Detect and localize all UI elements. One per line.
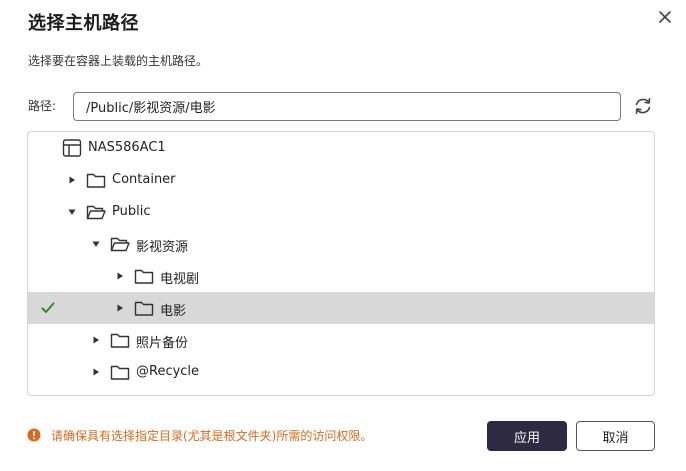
tree-node-label: @Recycle xyxy=(136,364,200,379)
tree-row-photo-backup[interactable]: 照片备份 xyxy=(28,324,654,356)
warning-message: 请确保具有选择指定目录(尤其是根文件夹)所需的访问权限。 xyxy=(51,429,373,443)
tree-row-tv[interactable]: 电视剧 xyxy=(28,260,654,292)
folder-icon xyxy=(110,333,130,348)
path-input[interactable] xyxy=(73,92,621,121)
folder-icon xyxy=(86,173,106,188)
tree-row-container[interactable]: Container xyxy=(28,164,654,196)
tree-row-movies[interactable]: 电影 xyxy=(28,292,654,324)
tree-node-label: 电影 xyxy=(160,304,187,319)
chevron-right-icon[interactable] xyxy=(116,272,124,280)
folder-icon xyxy=(134,301,154,316)
tree-node-label: Container xyxy=(112,172,176,187)
chevron-right-icon[interactable] xyxy=(68,176,76,184)
chevron-down-icon[interactable] xyxy=(92,240,100,248)
tree-node-label: 影视资源 xyxy=(136,240,189,255)
path-label: 路径: xyxy=(28,99,57,113)
check-icon xyxy=(41,302,55,313)
tree-row-nas[interactable]: NAS586AC1 xyxy=(28,132,654,164)
folder-icon xyxy=(134,269,154,284)
close-button[interactable] xyxy=(655,7,675,27)
tree-node-label: 照片备份 xyxy=(136,336,189,351)
tree-node-label: 电视剧 xyxy=(160,272,200,287)
warning-icon xyxy=(27,428,41,442)
folder-open-icon xyxy=(110,237,130,252)
chevron-right-icon[interactable] xyxy=(92,336,100,344)
dialog-title: 选择主机路径 xyxy=(28,13,139,34)
chevron-right-icon[interactable] xyxy=(116,304,124,312)
nas-icon xyxy=(62,139,82,157)
folder-icon xyxy=(110,365,130,380)
folder-tree: NAS586AC1 Container Public 影视资源 电视剧 电影 照… xyxy=(27,131,655,396)
tree-row-media[interactable]: 影视资源 xyxy=(28,228,654,260)
chevron-right-icon[interactable] xyxy=(92,368,100,376)
folder-open-icon xyxy=(86,205,106,220)
dialog-description: 选择要在容器上装载的主机路径。 xyxy=(28,54,209,68)
apply-button[interactable]: 应用 xyxy=(487,421,567,451)
refresh-icon xyxy=(635,98,651,114)
close-icon xyxy=(659,11,671,23)
tree-node-label: Public xyxy=(112,204,151,219)
cancel-button[interactable]: 取消 xyxy=(576,421,655,451)
chevron-down-icon[interactable] xyxy=(68,208,76,216)
tree-row-recycle[interactable]: @Recycle xyxy=(28,356,654,388)
refresh-button[interactable] xyxy=(632,95,654,117)
tree-row-public[interactable]: Public xyxy=(28,196,654,228)
tree-node-label: NAS586AC1 xyxy=(88,140,166,155)
